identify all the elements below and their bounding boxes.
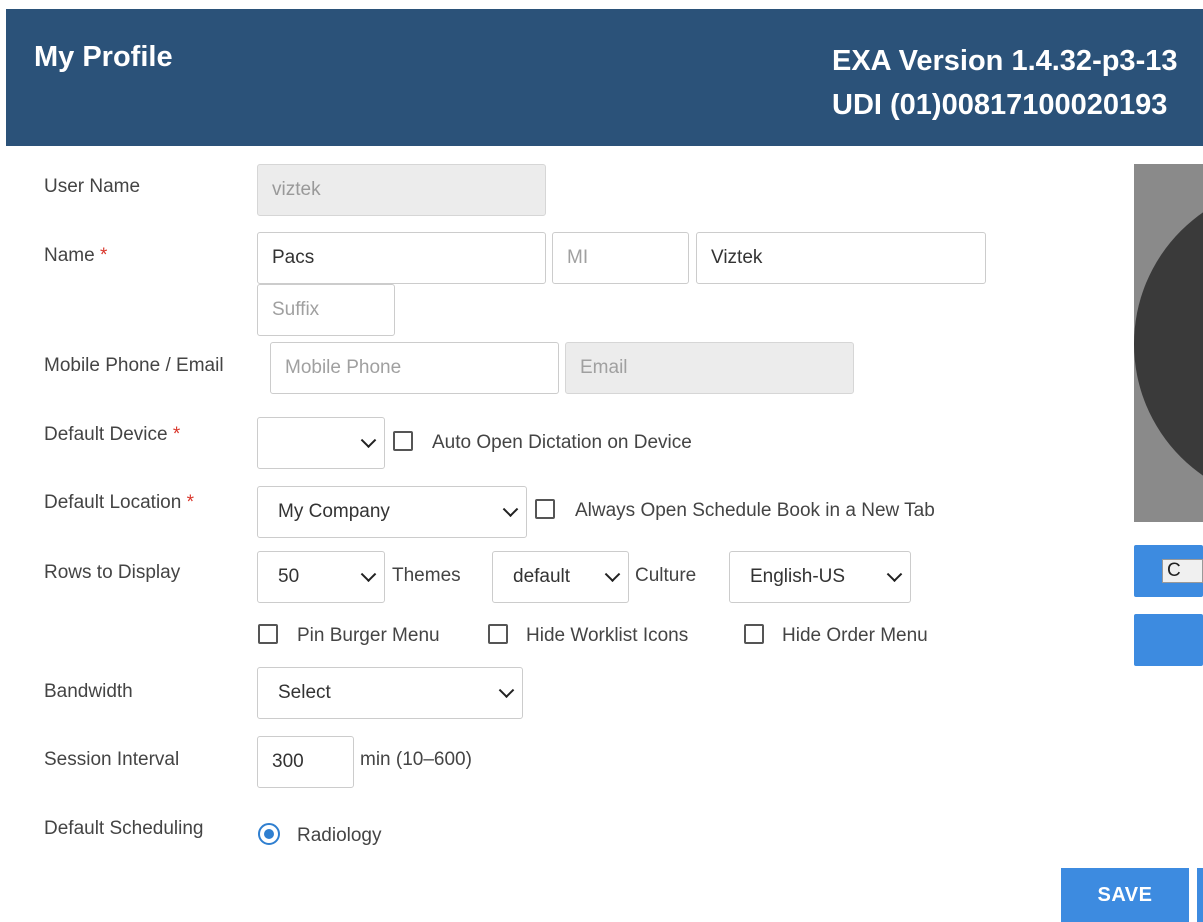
- mobile-phone-input[interactable]: [270, 342, 559, 394]
- page-header: My Profile EXA Version 1.4.32-p3-13 UDI …: [6, 9, 1203, 146]
- pin-burger-menu-checkbox[interactable]: [258, 624, 278, 644]
- themes-label: Themes: [392, 565, 461, 586]
- suffix-input[interactable]: [257, 284, 395, 336]
- required-mark: *: [186, 492, 195, 513]
- bandwidth-value: Select: [278, 682, 331, 703]
- default-device-label: Default Device *: [44, 424, 181, 445]
- chevron-down-icon: [502, 501, 519, 518]
- choose-photo-button[interactable]: C: [1134, 545, 1203, 597]
- version-info: EXA Version 1.4.32-p3-13 UDI (01)0081710…: [832, 39, 1177, 127]
- upload-photo-button[interactable]: [1134, 614, 1203, 666]
- themes-value: default: [513, 566, 571, 587]
- username-label: User Name: [44, 176, 141, 197]
- auto-open-dictation-label: Auto Open Dictation on Device: [432, 432, 692, 453]
- profile-photo: [1134, 164, 1203, 522]
- chevron-down-icon: [886, 566, 903, 583]
- udi-line: UDI (01)00817100020193: [832, 89, 1168, 121]
- email-input[interactable]: [565, 342, 854, 394]
- avatar-placeholder: [1134, 184, 1203, 504]
- name-label: Name *: [44, 245, 108, 266]
- always-open-schedule-label: Always Open Schedule Book in a New Tab: [575, 500, 935, 521]
- required-mark: *: [99, 245, 108, 266]
- pin-burger-menu-label: Pin Burger Menu: [297, 625, 440, 646]
- always-open-schedule-checkbox[interactable]: [535, 499, 555, 519]
- rows-to-display-label: Rows to Display: [44, 562, 181, 583]
- auto-open-dictation-checkbox[interactable]: [393, 431, 413, 451]
- hide-worklist-icons-label: Hide Worklist Icons: [526, 625, 689, 646]
- default-scheduling-label: Default Scheduling: [44, 818, 204, 839]
- radiology-radio-label: Radiology: [297, 825, 382, 846]
- bandwidth-label: Bandwidth: [44, 681, 133, 702]
- chevron-down-icon: [360, 566, 377, 583]
- contact-label: Mobile Phone / Email: [44, 355, 224, 376]
- last-name-input[interactable]: [696, 232, 986, 284]
- radiology-radio[interactable]: [258, 823, 280, 845]
- hide-order-menu-label: Hide Order Menu: [782, 625, 928, 646]
- rows-to-display-value: 50: [278, 566, 300, 587]
- culture-select[interactable]: English-US: [729, 551, 911, 603]
- default-device-select[interactable]: [257, 417, 385, 469]
- version-line: EXA Version 1.4.32-p3-13: [832, 45, 1178, 77]
- hide-order-menu-checkbox[interactable]: [744, 624, 764, 644]
- themes-select[interactable]: default: [492, 551, 629, 603]
- chevron-down-icon: [360, 432, 377, 449]
- required-mark: *: [172, 424, 181, 445]
- secondary-action-button[interactable]: [1195, 868, 1203, 922]
- choose-file-button[interactable]: C: [1162, 559, 1203, 583]
- default-location-label: Default Location *: [44, 492, 195, 513]
- hide-worklist-icons-checkbox[interactable]: [488, 624, 508, 644]
- culture-label: Culture: [635, 565, 697, 586]
- save-button[interactable]: SAVE: [1061, 868, 1189, 922]
- session-interval-hint: min (10–600): [360, 749, 472, 770]
- session-interval-label: Session Interval: [44, 749, 180, 770]
- rows-to-display-select[interactable]: 50: [257, 551, 385, 603]
- culture-value: English-US: [750, 566, 846, 587]
- default-location-select[interactable]: My Company: [257, 486, 527, 538]
- chevron-down-icon: [498, 682, 515, 699]
- middle-initial-input[interactable]: [552, 232, 689, 284]
- chevron-down-icon: [604, 566, 621, 583]
- session-interval-input[interactable]: [257, 736, 354, 788]
- first-name-input[interactable]: [257, 232, 546, 284]
- username-input[interactable]: [257, 164, 546, 216]
- bandwidth-select[interactable]: Select: [257, 667, 523, 719]
- default-location-value: My Company: [278, 501, 390, 522]
- page-title: My Profile: [34, 41, 173, 73]
